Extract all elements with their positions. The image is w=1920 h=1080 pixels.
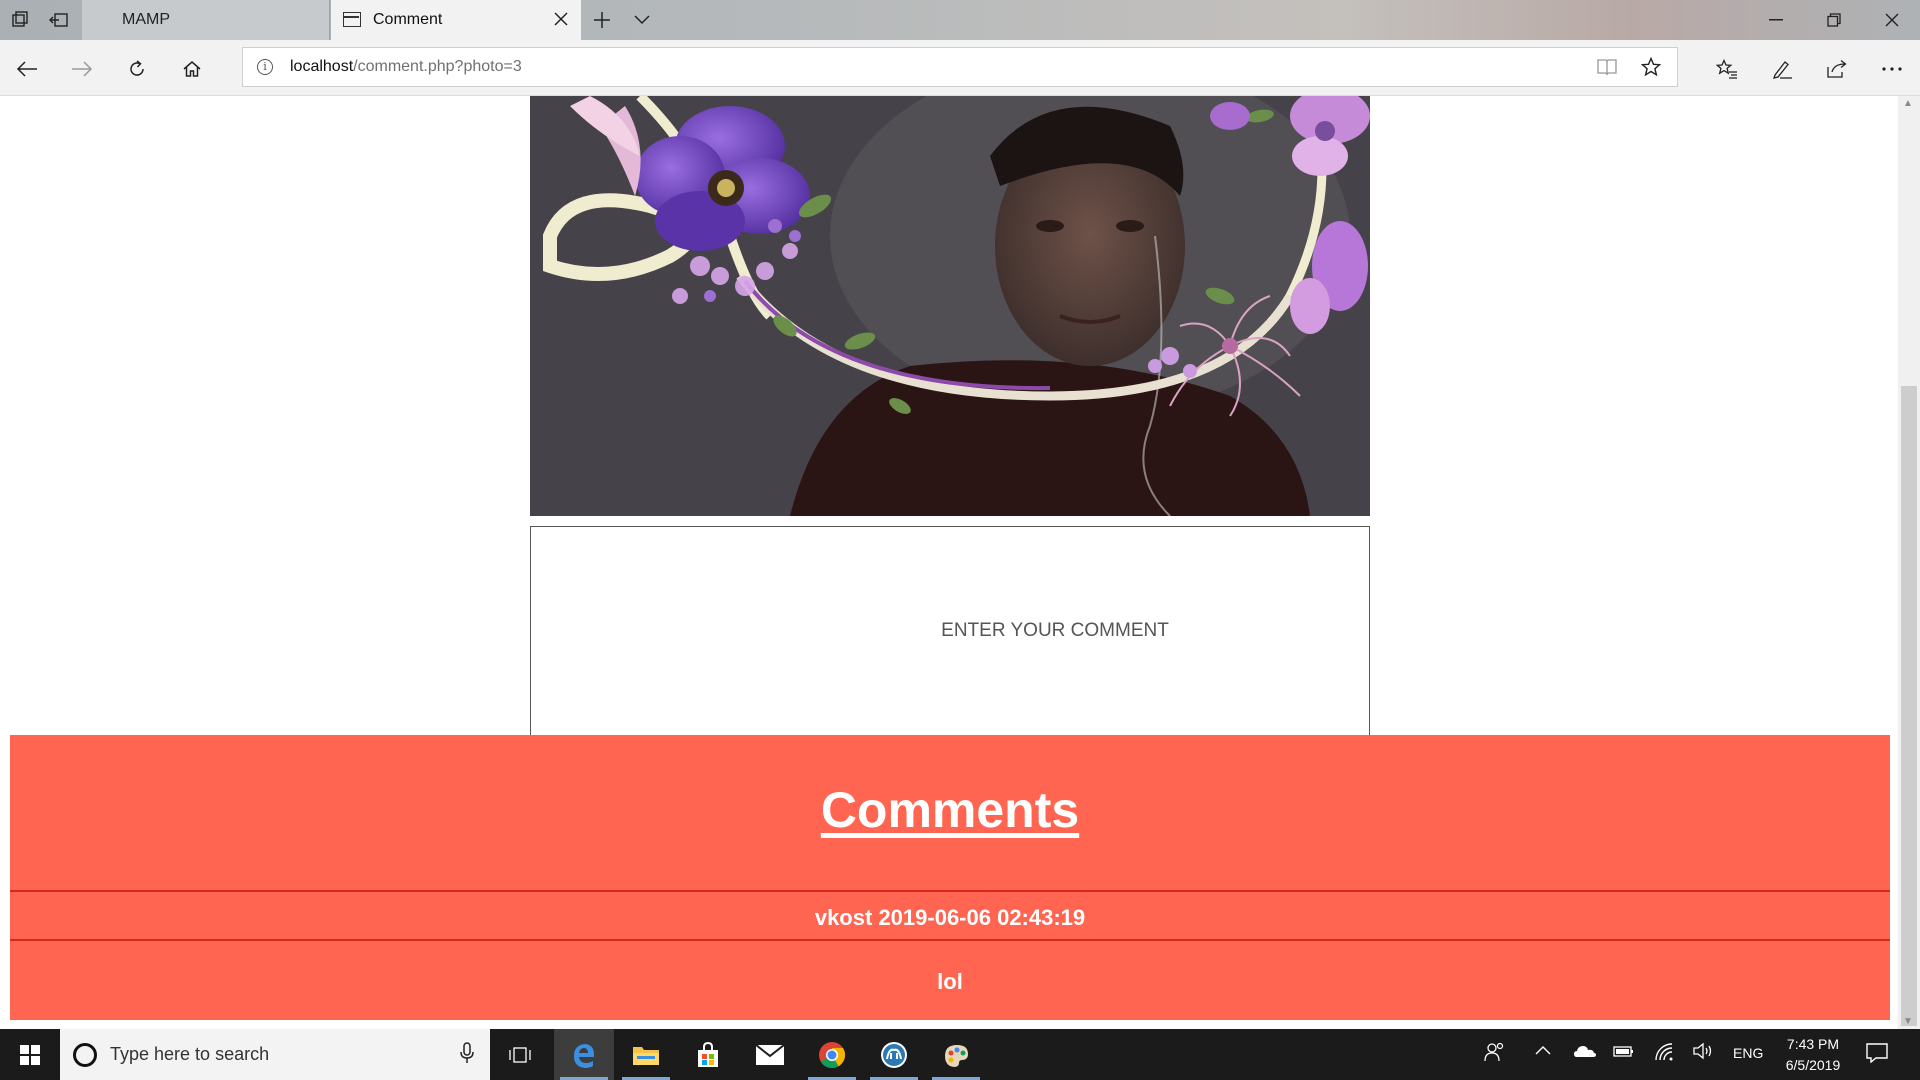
home-icon[interactable] xyxy=(177,54,207,84)
language-indicator[interactable]: ENG xyxy=(1733,1045,1763,1061)
navigation-bar: i localhost/comment.php?photo=3 xyxy=(0,40,1920,96)
minimize-icon[interactable] xyxy=(1748,0,1804,40)
clock-date: 6/5/2019 xyxy=(1785,1057,1841,1073)
taskbar-clock[interactable]: 7:43 PM 6/5/2019 xyxy=(1770,1034,1856,1076)
comment-author: vkost xyxy=(814,905,873,930)
divider xyxy=(10,890,1890,892)
tab-manager-icon[interactable] xyxy=(8,8,32,32)
divider xyxy=(10,939,1890,941)
scroll-up-icon[interactable]: ▲ xyxy=(1903,98,1913,109)
favorites-hub-icon[interactable] xyxy=(1712,54,1742,84)
search-placeholder: Type here to search xyxy=(110,1044,270,1064)
wifi-icon[interactable] xyxy=(1654,1042,1676,1065)
chevron-down-icon[interactable] xyxy=(630,8,654,32)
cortana-icon xyxy=(73,1043,97,1067)
mamp-icon[interactable] xyxy=(864,1029,924,1080)
scroll-down-icon[interactable]: ▼ xyxy=(1903,1016,1913,1027)
refresh-icon[interactable] xyxy=(122,54,152,84)
page-content: Comments vkost 2019-06-06 02:43:19 lol xyxy=(0,96,1898,1029)
edge-app-icon[interactable] xyxy=(554,1029,614,1080)
url-text[interactable]: localhost/comment.php?photo=3 xyxy=(290,58,522,76)
clock-time: 7:43 PM xyxy=(1786,1036,1840,1052)
onedrive-icon[interactable] xyxy=(1573,1042,1597,1063)
tab-comment[interactable]: Comment xyxy=(331,0,581,40)
info-icon[interactable]: i xyxy=(257,59,273,75)
reading-view-icon[interactable] xyxy=(1597,58,1617,81)
task-view-icon[interactable] xyxy=(490,1029,550,1080)
comment-input[interactable] xyxy=(531,527,1369,735)
close-tab-icon[interactable] xyxy=(551,9,571,29)
set-tabs-aside-icon[interactable] xyxy=(47,8,71,32)
chrome-icon[interactable] xyxy=(802,1029,862,1080)
share-icon[interactable] xyxy=(1822,54,1852,84)
taskbar-search-box[interactable]: Type here to search xyxy=(60,1029,490,1080)
forward-icon[interactable] xyxy=(67,54,97,84)
browser-tab-bar: MAMP Comment xyxy=(0,0,1920,40)
tab-mamp[interactable]: MAMP xyxy=(82,0,330,40)
people-icon[interactable] xyxy=(1484,1042,1506,1065)
scrollbar-thumb[interactable] xyxy=(1901,386,1917,1026)
favorite-star-icon[interactable] xyxy=(1640,56,1662,82)
comments-section: Comments vkost 2019-06-06 02:43:19 lol xyxy=(10,735,1890,1020)
close-window-icon[interactable] xyxy=(1864,0,1920,40)
chevron-up-icon[interactable] xyxy=(1535,1042,1551,1063)
comment-timestamp: 2019-06-06 02:43:19 xyxy=(878,905,1086,930)
paint-icon[interactable] xyxy=(926,1029,986,1080)
microphone-icon[interactable] xyxy=(460,1042,474,1069)
page-scrollbar[interactable]: ▲ ▼ xyxy=(1898,96,1920,1029)
page-icon xyxy=(343,12,361,27)
photo-with-flower-frame xyxy=(530,96,1370,516)
comment-text: lol xyxy=(937,969,963,994)
restore-icon[interactable] xyxy=(1806,0,1862,40)
pen-notes-icon[interactable] xyxy=(1767,54,1797,84)
store-icon[interactable] xyxy=(678,1029,738,1080)
tab-label: Comment xyxy=(373,11,443,28)
more-options-icon[interactable] xyxy=(1877,54,1907,84)
comment-author-timestamp: vkost 2019-06-06 02:43:19 xyxy=(10,905,1890,931)
action-center-icon[interactable] xyxy=(1866,1043,1888,1066)
battery-icon[interactable] xyxy=(1613,1042,1635,1063)
new-tab-icon[interactable] xyxy=(590,8,614,32)
address-bar[interactable]: i localhost/comment.php?photo=3 xyxy=(242,47,1678,87)
url-host: localhost xyxy=(290,58,354,75)
url-path: /comment.php?photo=3 xyxy=(353,58,522,75)
tab-label: MAMP xyxy=(122,11,170,28)
file-explorer-icon[interactable] xyxy=(616,1029,676,1080)
comment-input-box[interactable] xyxy=(530,526,1370,736)
windows-start-icon[interactable] xyxy=(0,1029,60,1080)
comments-title: Comments xyxy=(820,782,1080,838)
back-icon[interactable] xyxy=(12,54,42,84)
mail-icon[interactable] xyxy=(740,1029,800,1080)
windows-taskbar: Type here to search ENG 7:43 PM 6/5/2019 xyxy=(0,1029,1920,1080)
volume-icon[interactable] xyxy=(1693,1042,1715,1063)
